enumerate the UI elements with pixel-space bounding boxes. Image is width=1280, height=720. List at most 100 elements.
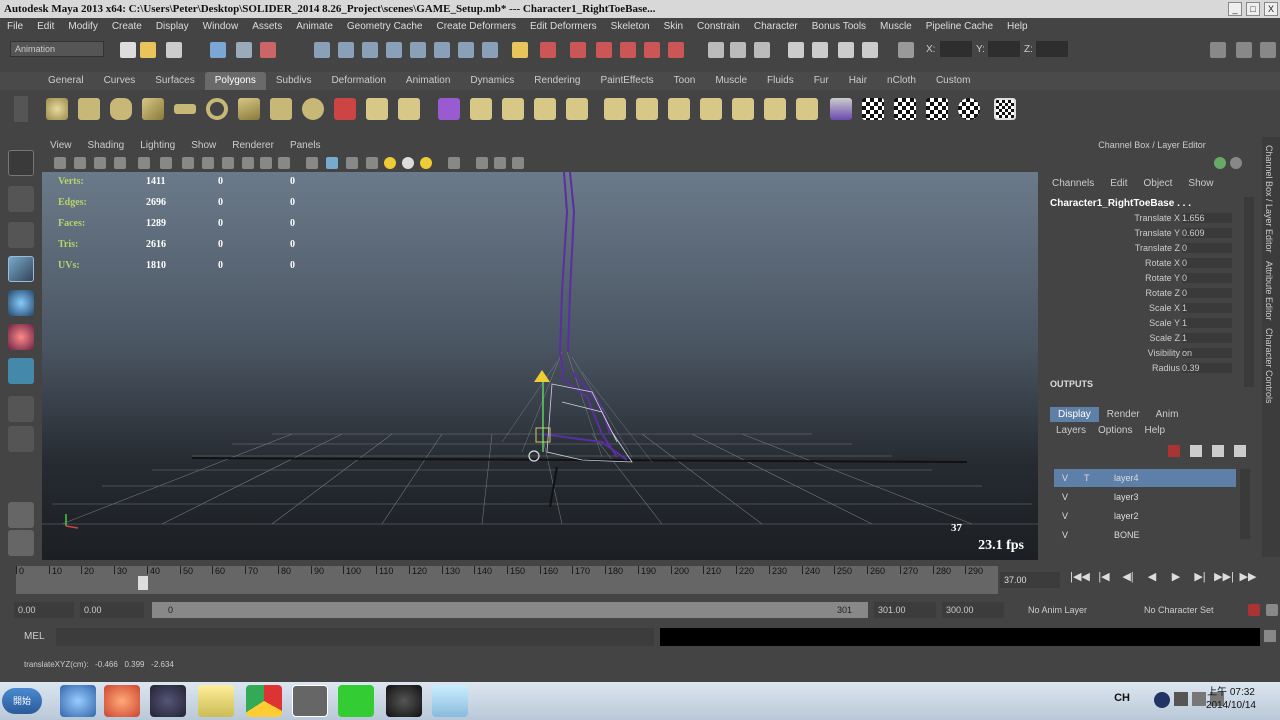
tool-settings-toggle-icon[interactable] xyxy=(1260,42,1276,58)
menu-skin[interactable]: Skin xyxy=(657,18,690,36)
save-scene-icon[interactable] xyxy=(166,42,182,58)
high-quality-icon[interactable] xyxy=(494,157,506,169)
shelf-tab-toon[interactable]: Toon xyxy=(664,72,706,90)
gate-mask-icon[interactable] xyxy=(222,157,234,169)
rotate-tool-icon[interactable] xyxy=(8,290,34,316)
panel-menu-view[interactable]: View xyxy=(42,137,80,154)
shelf-tab-muscle[interactable]: Muscle xyxy=(705,72,757,90)
start-button[interactable]: 開始 xyxy=(2,688,42,714)
lock-icon[interactable] xyxy=(512,42,528,58)
menu-window[interactable]: Window xyxy=(196,18,246,36)
mel-label[interactable]: MEL xyxy=(24,631,45,642)
panel-menu-lighting[interactable]: Lighting xyxy=(132,137,183,154)
animation-start-field[interactable]: 0.00 xyxy=(14,602,74,618)
menu-assets[interactable]: Assets xyxy=(245,18,289,36)
new-layer-selected-icon[interactable] xyxy=(1212,445,1224,457)
attr-rotate-x[interactable]: Rotate X0 xyxy=(1064,258,1234,273)
safe-title-icon[interactable] xyxy=(278,157,290,169)
attr-rotate-z[interactable]: Rotate Z0 xyxy=(1064,288,1234,303)
open-scene-icon[interactable] xyxy=(140,42,156,58)
transform-field-icon[interactable] xyxy=(898,42,914,58)
attr-value[interactable]: 0.609 xyxy=(1182,228,1232,238)
layer-name[interactable]: layer4 xyxy=(1114,473,1139,483)
isolate-select-icon[interactable] xyxy=(448,157,460,169)
layer-visibility-toggle[interactable]: V xyxy=(1062,530,1068,538)
poly-torus-icon[interactable] xyxy=(206,98,228,120)
menu-character[interactable]: Character xyxy=(747,18,805,36)
attr-radius[interactable]: Radius 0.39 xyxy=(1064,363,1234,378)
poly-prism-icon[interactable] xyxy=(238,98,260,120)
attr-scale-z[interactable]: Scale Z1 xyxy=(1064,333,1234,348)
shelf-tab-subdivs[interactable]: Subdivs xyxy=(266,72,322,90)
share-icon[interactable] xyxy=(512,157,524,169)
append-polygon-icon[interactable] xyxy=(534,98,556,120)
y-field[interactable] xyxy=(988,41,1020,57)
shelf-tab-rendering[interactable]: Rendering xyxy=(524,72,590,90)
attr-scale-x[interactable]: Scale X1 xyxy=(1064,303,1234,318)
layer-row[interactable]: Vlayer3 xyxy=(1054,488,1236,506)
attr-value[interactable]: 1 xyxy=(1182,318,1232,328)
safe-action-icon[interactable] xyxy=(260,157,272,169)
spherical-map-icon[interactable] xyxy=(958,98,980,120)
layer-tab-display[interactable]: Display xyxy=(1050,406,1099,422)
poly-helix-icon[interactable] xyxy=(302,98,324,120)
chrome-icon[interactable] xyxy=(246,685,282,717)
manipulator-tool-icon[interactable] xyxy=(8,358,34,384)
delete-layer-icon[interactable] xyxy=(1234,445,1246,457)
ie-icon[interactable] xyxy=(60,685,96,717)
close-button[interactable]: X xyxy=(1264,2,1278,16)
attribute-editor-toggle-icon[interactable] xyxy=(1236,42,1252,58)
maximize-button[interactable]: □ xyxy=(1246,2,1260,16)
mask-surface-icon[interactable] xyxy=(620,42,636,58)
move-layer-up-icon[interactable] xyxy=(1168,445,1180,457)
shelf-tab-custom[interactable]: Custom xyxy=(926,72,980,90)
shelf-tab-painteffects[interactable]: PaintEffects xyxy=(590,72,663,90)
x-ray-icon[interactable] xyxy=(366,157,378,169)
layer-menu-options[interactable]: Options xyxy=(1092,425,1138,436)
panel-menu-renderer[interactable]: Renderer xyxy=(224,137,282,154)
step-back-key-button[interactable]: |◀ xyxy=(1092,570,1116,583)
mask-icon[interactable] xyxy=(540,42,556,58)
reduce-icon[interactable] xyxy=(796,98,818,120)
shelf-tab-general[interactable]: General xyxy=(38,72,94,90)
uv-checker-icon[interactable] xyxy=(862,98,884,120)
explorer-icon[interactable] xyxy=(198,685,234,717)
layer-visibility-toggle[interactable]: V xyxy=(1062,492,1068,502)
make-live-icon[interactable] xyxy=(410,42,426,58)
mel-input[interactable] xyxy=(56,628,654,646)
tray-icon[interactable] xyxy=(1174,692,1188,706)
default-light-icon[interactable] xyxy=(384,157,396,169)
smooth-icon[interactable] xyxy=(438,98,460,120)
mask-joint-icon[interactable] xyxy=(570,42,586,58)
outputs-header[interactable]: OUTPUTS xyxy=(1050,379,1093,389)
menu-animate[interactable]: Animate xyxy=(289,18,340,36)
layer-visibility-toggle[interactable]: V xyxy=(1062,511,1068,521)
planar-map-icon[interactable] xyxy=(894,98,916,120)
layer-name[interactable]: layer3 xyxy=(1114,492,1139,502)
step-forward-frame-button[interactable]: ▶| xyxy=(1188,570,1212,583)
input-ops-icon[interactable] xyxy=(458,42,474,58)
perspective-viewport[interactable]: Verts: 1411 0 0 Edges: 2696 0 0 Faces: 1289 0 0 T… xyxy=(42,172,1038,560)
shelf-tab-dynamics[interactable]: Dynamics xyxy=(460,72,524,90)
attr-value[interactable]: 0 xyxy=(1182,288,1232,298)
attr-value[interactable]: 1 xyxy=(1182,333,1232,343)
snap-grid-icon[interactable] xyxy=(314,42,330,58)
menu-edit-deformers[interactable]: Edit Deformers xyxy=(523,18,604,36)
poly-sphere-icon[interactable] xyxy=(46,98,68,120)
auto-key-icon[interactable] xyxy=(1248,604,1260,616)
field-chart-icon[interactable] xyxy=(242,157,254,169)
bridge-icon[interactable] xyxy=(502,98,524,120)
step-forward-key-button[interactable]: ▶▶| xyxy=(1212,570,1236,583)
layer-row[interactable]: V Tlayer4 xyxy=(1054,469,1236,487)
menu-geometry-cache[interactable]: Geometry Cache xyxy=(340,18,430,36)
cb-menu-show[interactable]: Show xyxy=(1180,178,1221,189)
anim-prefs-icon[interactable] xyxy=(1266,604,1278,616)
time-slider[interactable]: 0 10 20 30 40 50 60 70 80 90 100 110 120 130 140 150 160… xyxy=(16,566,998,594)
shelf-tab-deformation[interactable]: Deformation xyxy=(321,72,395,90)
camera-2d-pan-icon[interactable] xyxy=(138,157,150,169)
layer-menu-layers[interactable]: Layers xyxy=(1050,425,1092,436)
poly-cube-icon[interactable] xyxy=(78,98,100,120)
menu-skeleton[interactable]: Skeleton xyxy=(604,18,657,36)
shelf-tab-surfaces[interactable]: Surfaces xyxy=(145,72,204,90)
combine-icon[interactable] xyxy=(334,98,356,120)
